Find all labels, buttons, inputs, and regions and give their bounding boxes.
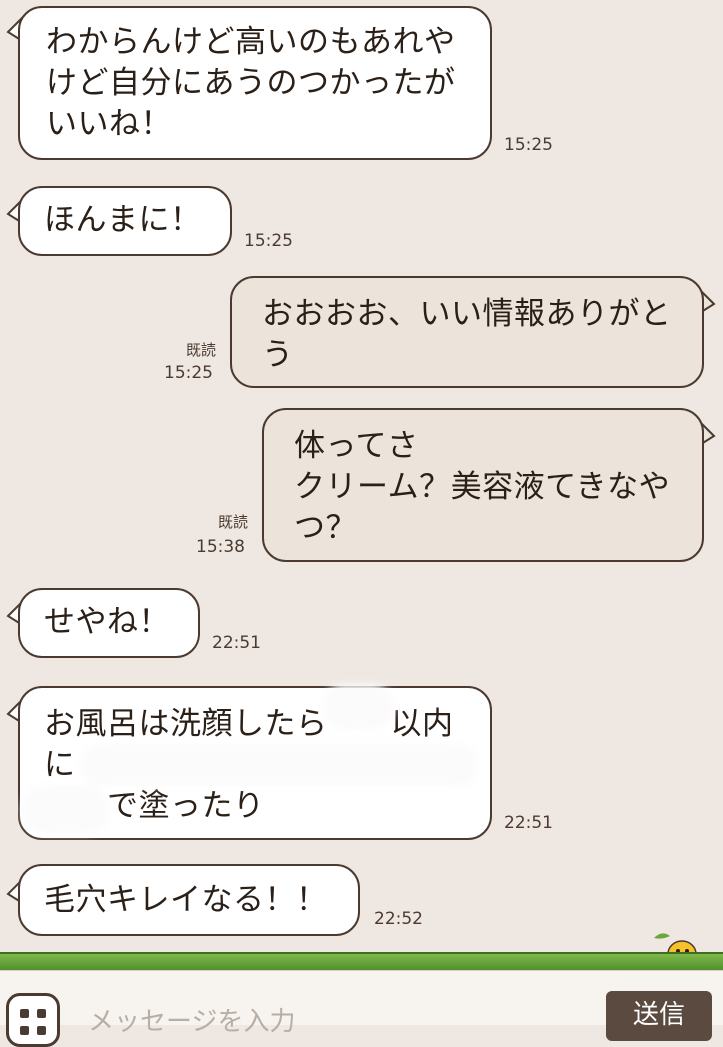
message-time: 15:38 [196, 537, 245, 557]
message-bubble: せやね！ [18, 588, 200, 658]
message-time: 15:25 [244, 231, 293, 251]
sticker-icon[interactable] [6, 993, 60, 1047]
message-time: 22:51 [504, 813, 553, 833]
message-bubble: 体ってさ クリーム？美容液てきなや つ？ [262, 408, 704, 562]
redaction-blur [22, 786, 110, 834]
message-time: 22:52 [374, 909, 423, 929]
redaction-blur [80, 744, 478, 786]
message-time: 15:25 [504, 135, 553, 155]
message-bubble: おおおお、いい情報ありがと う [230, 276, 704, 388]
message-time: 15:25 [164, 363, 213, 383]
ground-strip [0, 952, 723, 972]
redaction-blur [322, 684, 394, 730]
message-bubble: わからんけど高いのもあれや けど自分にあうのつかったが いいね！ [18, 6, 492, 160]
message-time: 22:51 [212, 633, 261, 653]
read-receipt: 既読 [185, 341, 216, 359]
message-bubble: ほんまに！ [18, 186, 232, 256]
read-receipt: 既読 [217, 513, 248, 531]
send-button[interactable]: 送信 [606, 991, 712, 1041]
message-bubble: 毛穴キレイなる！！ [18, 864, 360, 936]
message-input[interactable]: メッセージを入力 [88, 1001, 295, 1038]
input-bar: メッセージを入力 送信 [0, 970, 723, 1047]
